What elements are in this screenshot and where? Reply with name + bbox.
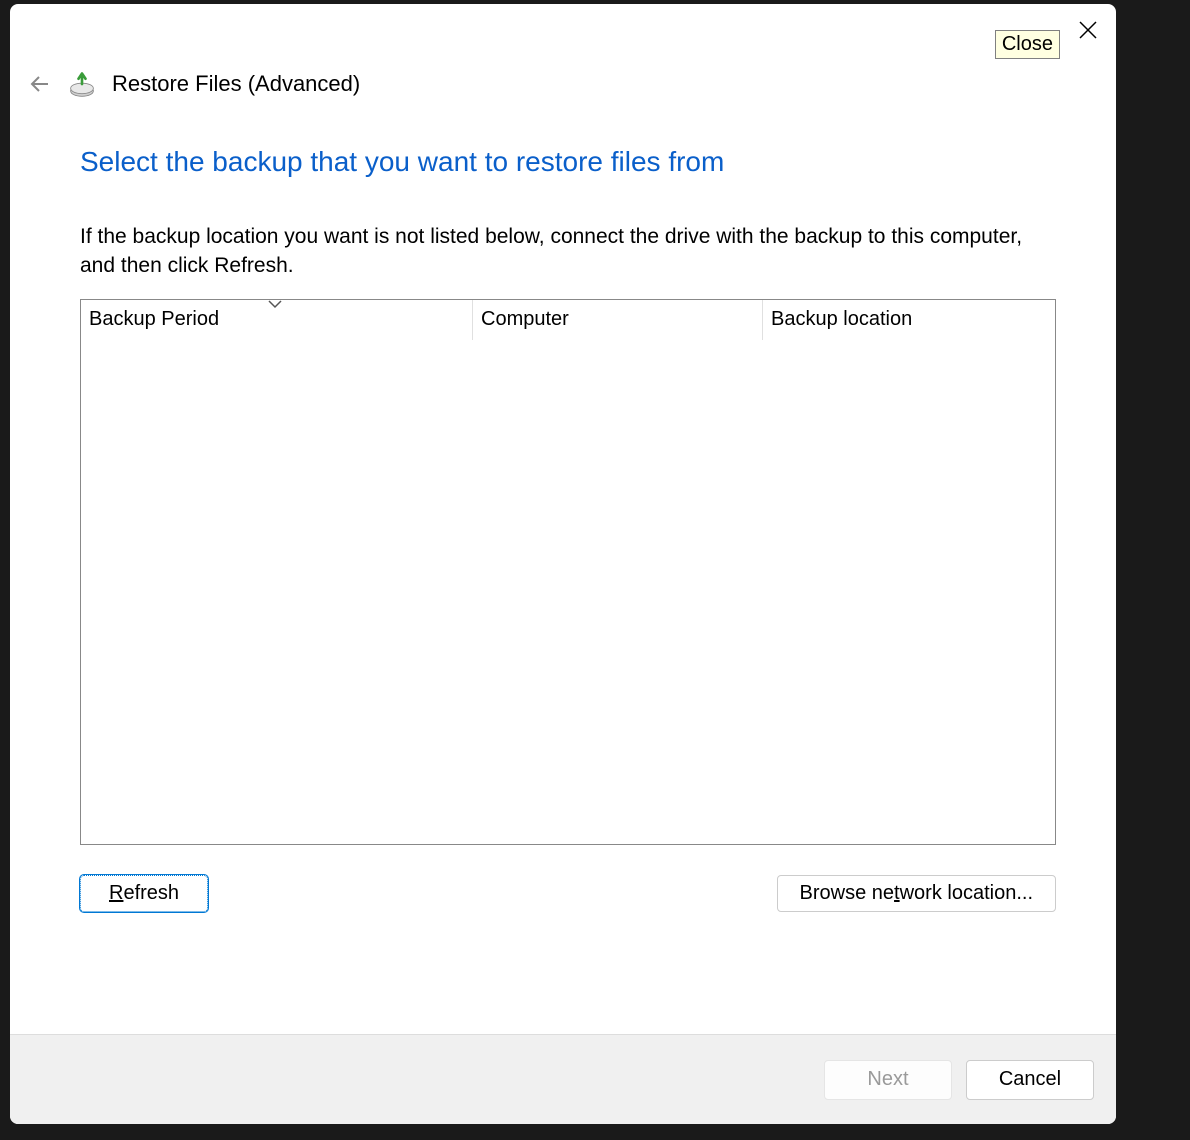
backup-list[interactable]: Backup Period Computer Backup location xyxy=(80,299,1056,845)
chevron-down-icon xyxy=(267,298,283,310)
close-tooltip: Close xyxy=(995,30,1060,59)
close-icon[interactable] xyxy=(1076,18,1100,42)
next-button: Next xyxy=(824,1060,952,1100)
page-heading: Select the backup that you want to resto… xyxy=(80,146,1056,178)
titlebar: Close xyxy=(10,4,1116,60)
page-description: If the backup location you want is not l… xyxy=(80,222,1056,281)
column-backup-period[interactable]: Backup Period xyxy=(81,300,473,340)
refresh-button[interactable]: Refresh xyxy=(80,875,208,912)
column-label: Backup location xyxy=(771,308,912,331)
browse-network-button[interactable]: Browse network location... xyxy=(777,875,1056,912)
dialog-footer: Next Cancel xyxy=(10,1034,1116,1124)
button-row: Refresh Browse network location... xyxy=(80,875,1056,912)
column-backup-location[interactable]: Backup location xyxy=(763,300,1055,340)
column-label: Computer xyxy=(481,308,569,331)
window-title: Restore Files (Advanced) xyxy=(112,71,360,97)
restore-icon xyxy=(68,70,96,98)
cancel-button[interactable]: Cancel xyxy=(966,1060,1094,1100)
column-label: Backup Period xyxy=(89,308,219,331)
column-computer[interactable]: Computer xyxy=(473,300,763,340)
content-area: Select the backup that you want to resto… xyxy=(10,106,1116,1034)
back-arrow-icon[interactable] xyxy=(28,72,52,96)
list-header-row: Backup Period Computer Backup location xyxy=(81,300,1055,340)
restore-files-dialog: Close Restore Files (Advanced) Select th… xyxy=(10,4,1116,1124)
header-row: Restore Files (Advanced) xyxy=(10,60,1116,106)
